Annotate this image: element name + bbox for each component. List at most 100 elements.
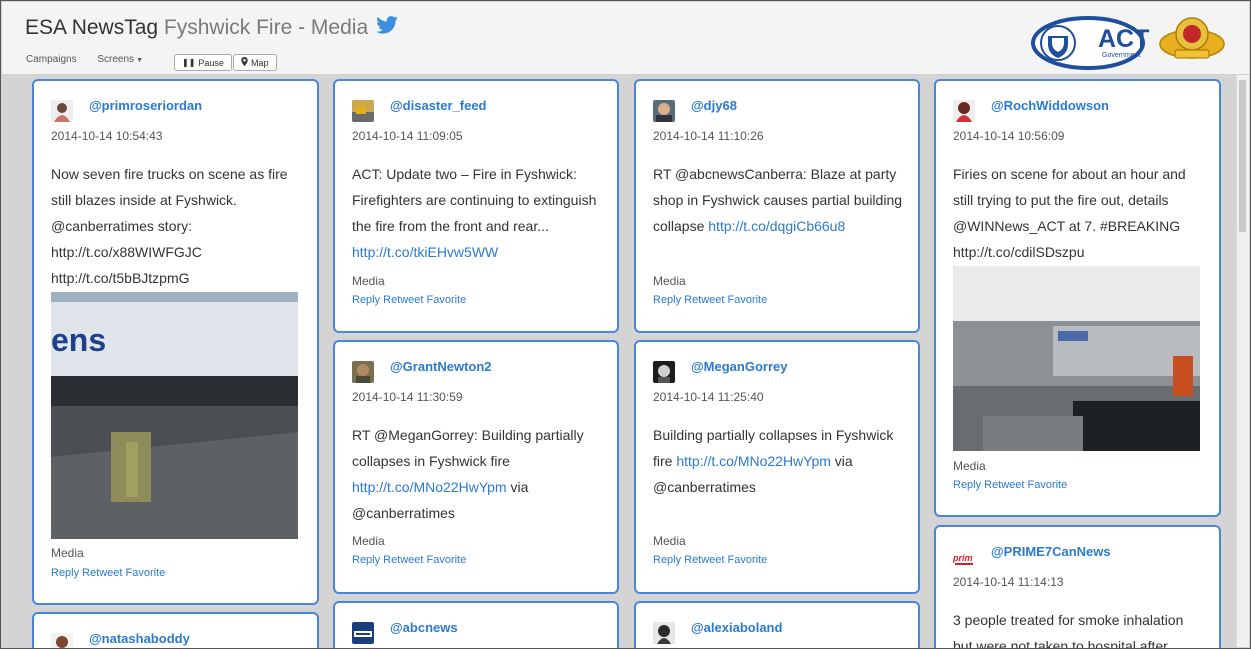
reply-link[interactable]: Reply [51, 567, 79, 579]
tweet-card: @abcnews [333, 601, 619, 648]
media-label: Media [51, 546, 84, 560]
twitter-bird-icon [376, 16, 398, 40]
map-button[interactable]: Map [233, 54, 277, 71]
tweet-text: RT @abcnewsCanberra: Blaze at party shop… [653, 161, 903, 239]
retweet-link[interactable]: Retweet [684, 294, 724, 306]
tweet-handle[interactable]: @PRIME7CanNews [991, 544, 1111, 559]
pause-button[interactable]: ❚❚ Pause [174, 54, 232, 71]
reply-link[interactable]: Reply [653, 554, 681, 566]
tweet-line: Now seven fire trucks on scene as fire [51, 166, 288, 182]
avatar [653, 622, 675, 644]
tweet-actions: Reply Retweet Favorite [352, 294, 469, 306]
tweet-card: @primroseriordan 2014-10-14 10:54:43 Now… [32, 79, 319, 605]
tweet-text: RT @MeganGorrey: Building partially coll… [352, 422, 602, 526]
media-label: Media [352, 534, 385, 548]
tweet-text: Building partially collapses in Fyshwick… [653, 422, 903, 500]
tweet-actions: Reply Retweet Favorite [953, 479, 1070, 491]
nav-screens-label: Screens [97, 54, 135, 65]
tweet-timestamp: 2014-10-14 11:25:40 [653, 390, 764, 404]
tweet-actions: Reply Retweet Favorite [51, 567, 168, 579]
tweet-card: prim @PRIME7CanNews 2014-10-14 11:14:13 … [934, 525, 1221, 648]
nav-menu: Campaigns Screens ▼ [26, 54, 161, 65]
tweet-card: @natashaboddy [32, 612, 319, 648]
tweet-timestamp: 2014-10-14 11:10:26 [653, 129, 764, 143]
tweet-link[interactable]: http://t.co/dqgiCb66u8 [708, 218, 845, 234]
favorite-link[interactable]: Favorite [1027, 479, 1067, 491]
tweet-handle[interactable]: @disaster_feed [390, 98, 487, 113]
tweet-line: still blazes inside at Fyshwick. [51, 192, 237, 208]
retweet-link[interactable]: Retweet [82, 567, 122, 579]
avatar [653, 100, 675, 122]
avatar [352, 622, 374, 644]
retweet-link[interactable]: Retweet [984, 479, 1024, 491]
vertical-scrollbar[interactable] [1236, 75, 1249, 647]
tweet-handle[interactable]: @RochWiddowson [991, 98, 1109, 113]
tweet-body: ACT: Update two – Fire in Fyshwick: Fire… [352, 166, 597, 234]
tweet-timestamp: 2014-10-14 11:14:13 [953, 575, 1064, 589]
tweet-photo[interactable]: ens [51, 292, 298, 539]
avatar [953, 100, 975, 122]
tweet-card: @MeganGorrey 2014-10-14 11:25:40 Buildin… [634, 340, 920, 594]
tweet-card: @disaster_feed 2014-10-14 11:09:05 ACT: … [333, 79, 619, 333]
reply-link[interactable]: Reply [352, 554, 380, 566]
page-title: ESA NewsTag Fyshwick Fire - Media [25, 16, 398, 40]
avatar [653, 361, 675, 383]
favorite-link[interactable]: Favorite [426, 294, 466, 306]
favorite-link[interactable]: Favorite [727, 294, 767, 306]
media-label: Media [653, 534, 686, 548]
tweet-timestamp: 2014-10-14 10:54:43 [51, 129, 163, 143]
tweet-handle[interactable]: @natashaboddy [89, 631, 190, 646]
scrollbar-thumb[interactable] [1239, 80, 1246, 232]
caret-down-icon: ▼ [136, 57, 143, 64]
reply-link[interactable]: Reply [653, 294, 681, 306]
tweet-handle[interactable]: @djy68 [691, 98, 737, 113]
retweet-link[interactable]: Retweet [383, 294, 423, 306]
media-label: Media [352, 274, 385, 288]
tweet-link[interactable]: http://t.co/tkiEHvw5WW [352, 244, 498, 260]
tweet-timestamp: 2014-10-14 11:09:05 [352, 129, 463, 143]
tweet-photo[interactable] [953, 266, 1200, 451]
media-label: Media [653, 274, 686, 288]
favorite-link[interactable]: Favorite [125, 567, 165, 579]
tweet-card: @RochWiddowson 2014-10-14 10:56:09 Firie… [934, 79, 1221, 517]
tweet-actions: Reply Retweet Favorite [653, 554, 770, 566]
map-label: Map [251, 57, 269, 68]
tweet-link[interactable]: http://t.co/MNo22HwYpm [676, 453, 831, 469]
tweet-handle[interactable]: @alexiaboland [691, 620, 782, 635]
tweet-actions: Reply Retweet Favorite [653, 294, 770, 306]
avatar [51, 100, 73, 122]
tweet-handle[interactable]: @GrantNewton2 [390, 359, 492, 374]
tweet-timestamp: 2014-10-14 11:30:59 [352, 390, 463, 404]
retweet-link[interactable]: Retweet [383, 554, 423, 566]
favorite-link[interactable]: Favorite [426, 554, 466, 566]
tweet-link[interactable]: http://t.co/MNo22HwYpm [352, 479, 507, 495]
avatar [352, 100, 374, 122]
avatar [352, 361, 374, 383]
tweet-text: ACT: Update two – Fire in Fyshwick: Fire… [352, 161, 602, 265]
tweet-timestamp: 2014-10-14 10:56:09 [953, 129, 1065, 143]
svg-text:prim: prim [953, 553, 973, 563]
favorite-link[interactable]: Favorite [727, 554, 767, 566]
tweet-line: http://t.co/x88WIWFGJC [51, 244, 202, 260]
tweet-body: RT @MeganGorrey: Building partially coll… [352, 427, 584, 469]
tweet-line: http://t.co/t5bBJtzpmG [51, 270, 190, 286]
tweet-card: @alexiaboland [634, 601, 920, 648]
tweet-handle[interactable]: @primroseriordan [89, 98, 202, 113]
reply-link[interactable]: Reply [352, 294, 380, 306]
avatar: prim [953, 546, 975, 568]
reply-link[interactable]: Reply [953, 479, 981, 491]
app-name: ESA NewsTag [25, 16, 159, 39]
nav-screens-dropdown[interactable]: Screens ▼ [97, 54, 143, 65]
tweet-text: Firies on scene for about an hour and st… [953, 166, 1186, 260]
tweet-handle[interactable]: @abcnews [390, 620, 458, 635]
avatar [51, 633, 73, 648]
top-navbar: ESA NewsTag Fyshwick Fire - Media Campai… [2, 2, 1249, 75]
tweet-card: @djy68 2014-10-14 11:10:26 RT @abcnewsCa… [634, 79, 920, 333]
media-label: Media [953, 459, 986, 473]
photo-sign-text: ens [51, 322, 107, 358]
retweet-link[interactable]: Retweet [684, 554, 724, 566]
campaign-name: Fyshwick Fire - Media [163, 16, 369, 39]
app-window: ESA NewsTag Fyshwick Fire - Media Campai… [0, 0, 1251, 649]
nav-campaigns[interactable]: Campaigns [26, 54, 77, 65]
tweet-handle[interactable]: @MeganGorrey [691, 359, 787, 374]
